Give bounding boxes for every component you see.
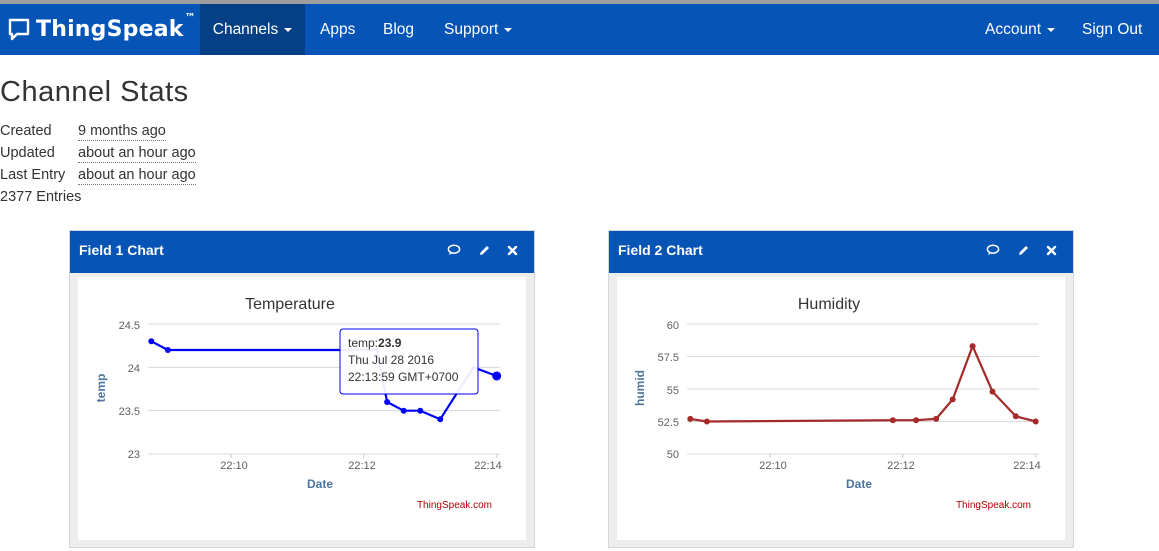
comment-icon[interactable]	[446, 242, 462, 258]
panel-body: 24.5 24 23.5 23 22:10 22:12 22:14 Temper…	[70, 273, 534, 547]
chart-title: Temperature	[245, 296, 335, 313]
data-point[interactable]	[1032, 418, 1039, 425]
chart-title: Humidity	[798, 296, 860, 313]
x-tick-label: 22:14	[474, 460, 502, 472]
svg-text:temp:23.9: temp:23.9	[348, 336, 402, 350]
y-tick-label: 52.5	[658, 417, 679, 429]
panel-body: 60 57.5 55 52.5 50 22:10 22:12 22:14 Hum…	[609, 273, 1073, 547]
y-axis-label: humid	[633, 370, 647, 406]
data-point[interactable]	[949, 396, 956, 403]
data-point[interactable]	[148, 338, 155, 345]
top-navbar: ThingSpeak™ Channels Apps Blog Support A…	[0, 4, 1159, 55]
brand-logo[interactable]: ThingSpeak™	[8, 4, 196, 55]
panel-header: Field 2 Chart	[609, 231, 1073, 273]
x-axis-label: Date	[846, 477, 872, 491]
nav-sign-out[interactable]: Sign Out	[1082, 4, 1142, 55]
chart-tooltip: temp:23.9 Thu Jul 28 2016 22:13:59 GMT+0…	[339, 328, 479, 395]
pencil-icon[interactable]	[476, 242, 492, 258]
data-point[interactable]	[437, 416, 444, 423]
tooltip-label: temp:	[348, 336, 378, 350]
field-2-chart-panel: Field 2 Chart 60 57.5 55 52.5 50 22:10 2…	[608, 230, 1074, 548]
y-tick-label: 24	[128, 363, 140, 375]
close-icon[interactable]	[504, 242, 520, 258]
field-1-chart-panel: Field 1 Chart 24.5 24 23.5 23 22:10 22:1…	[69, 230, 535, 548]
caret-down-icon	[504, 27, 513, 32]
data-point[interactable]	[400, 407, 407, 414]
stat-label-last-entry: Last Entry	[0, 167, 66, 183]
close-icon[interactable]	[1043, 242, 1059, 258]
y-tick-label: 50	[667, 449, 679, 461]
entries-count: 2377 Entries	[0, 189, 82, 205]
data-point[interactable]	[492, 371, 502, 381]
data-point[interactable]	[913, 417, 920, 424]
x-tick-label: 22:10	[220, 460, 248, 472]
panel-header: Field 1 Chart	[70, 231, 534, 273]
nav-channels[interactable]: Channels	[200, 4, 305, 55]
data-point[interactable]	[417, 407, 424, 414]
data-point[interactable]	[164, 347, 171, 353]
speech-bubble-icon	[8, 18, 30, 40]
y-tick-label: 57.5	[658, 352, 679, 364]
nav-blog[interactable]: Blog	[383, 4, 414, 55]
x-tick-label: 22:12	[887, 460, 915, 472]
y-axis-label: temp	[94, 374, 108, 403]
data-point[interactable]	[889, 417, 896, 424]
data-point[interactable]	[1012, 413, 1019, 420]
nav-account[interactable]: Account	[985, 4, 1056, 55]
x-tick-label: 22:14	[1013, 460, 1041, 472]
y-tick-label: 23.5	[119, 406, 140, 418]
caret-down-icon	[1047, 27, 1056, 32]
y-tick-label: 23	[128, 449, 140, 461]
tooltip-date: Thu Jul 28 2016	[348, 353, 434, 367]
data-point[interactable]	[384, 399, 391, 405]
stat-label-updated: Updated	[0, 145, 55, 161]
credit-link[interactable]: ThingSpeak.com	[417, 500, 492, 511]
tooltip-time: 22:13:59 GMT+0700	[348, 370, 459, 384]
comment-icon[interactable]	[985, 242, 1001, 258]
chart-area: 60 57.5 55 52.5 50 22:10 22:12 22:14 Hum…	[617, 277, 1065, 540]
stat-value-last-entry: about an hour ago	[78, 167, 196, 185]
nav-apps[interactable]: Apps	[320, 4, 355, 55]
series-line	[690, 344, 1036, 423]
y-tick-label: 55	[667, 385, 679, 397]
data-point[interactable]	[933, 415, 940, 422]
tooltip-value: 23.9	[378, 336, 402, 350]
nav-support[interactable]: Support	[444, 4, 513, 55]
x-axis-label: Date	[307, 477, 333, 491]
temperature-chart[interactable]: 24.5 24 23.5 23 22:10 22:12 22:14 Temper…	[78, 277, 526, 540]
data-point[interactable]	[687, 415, 694, 422]
stat-value-created: 9 months ago	[78, 123, 166, 141]
data-point[interactable]	[703, 418, 710, 425]
brand-name: ThingSpeak™	[36, 11, 196, 42]
y-tick-label: 24.5	[119, 320, 140, 332]
caret-down-icon	[284, 27, 293, 32]
data-point[interactable]	[969, 343, 976, 350]
stat-value-updated: about an hour ago	[78, 145, 196, 163]
data-point[interactable]	[989, 388, 996, 395]
page-title: Channel Stats	[0, 76, 189, 108]
credit-link[interactable]: ThingSpeak.com	[956, 500, 1031, 511]
x-tick-label: 22:12	[348, 460, 376, 472]
panel-title: Field 1 Chart	[79, 242, 164, 258]
humidity-chart[interactable]: 60 57.5 55 52.5 50 22:10 22:12 22:14 Hum…	[617, 277, 1065, 540]
stat-label-created: Created	[0, 123, 52, 139]
y-tick-label: 60	[667, 320, 679, 332]
panel-title: Field 2 Chart	[618, 242, 703, 258]
chart-area: 24.5 24 23.5 23 22:10 22:12 22:14 Temper…	[78, 277, 526, 540]
pencil-icon[interactable]	[1015, 242, 1031, 258]
x-tick-label: 22:10	[759, 460, 787, 472]
